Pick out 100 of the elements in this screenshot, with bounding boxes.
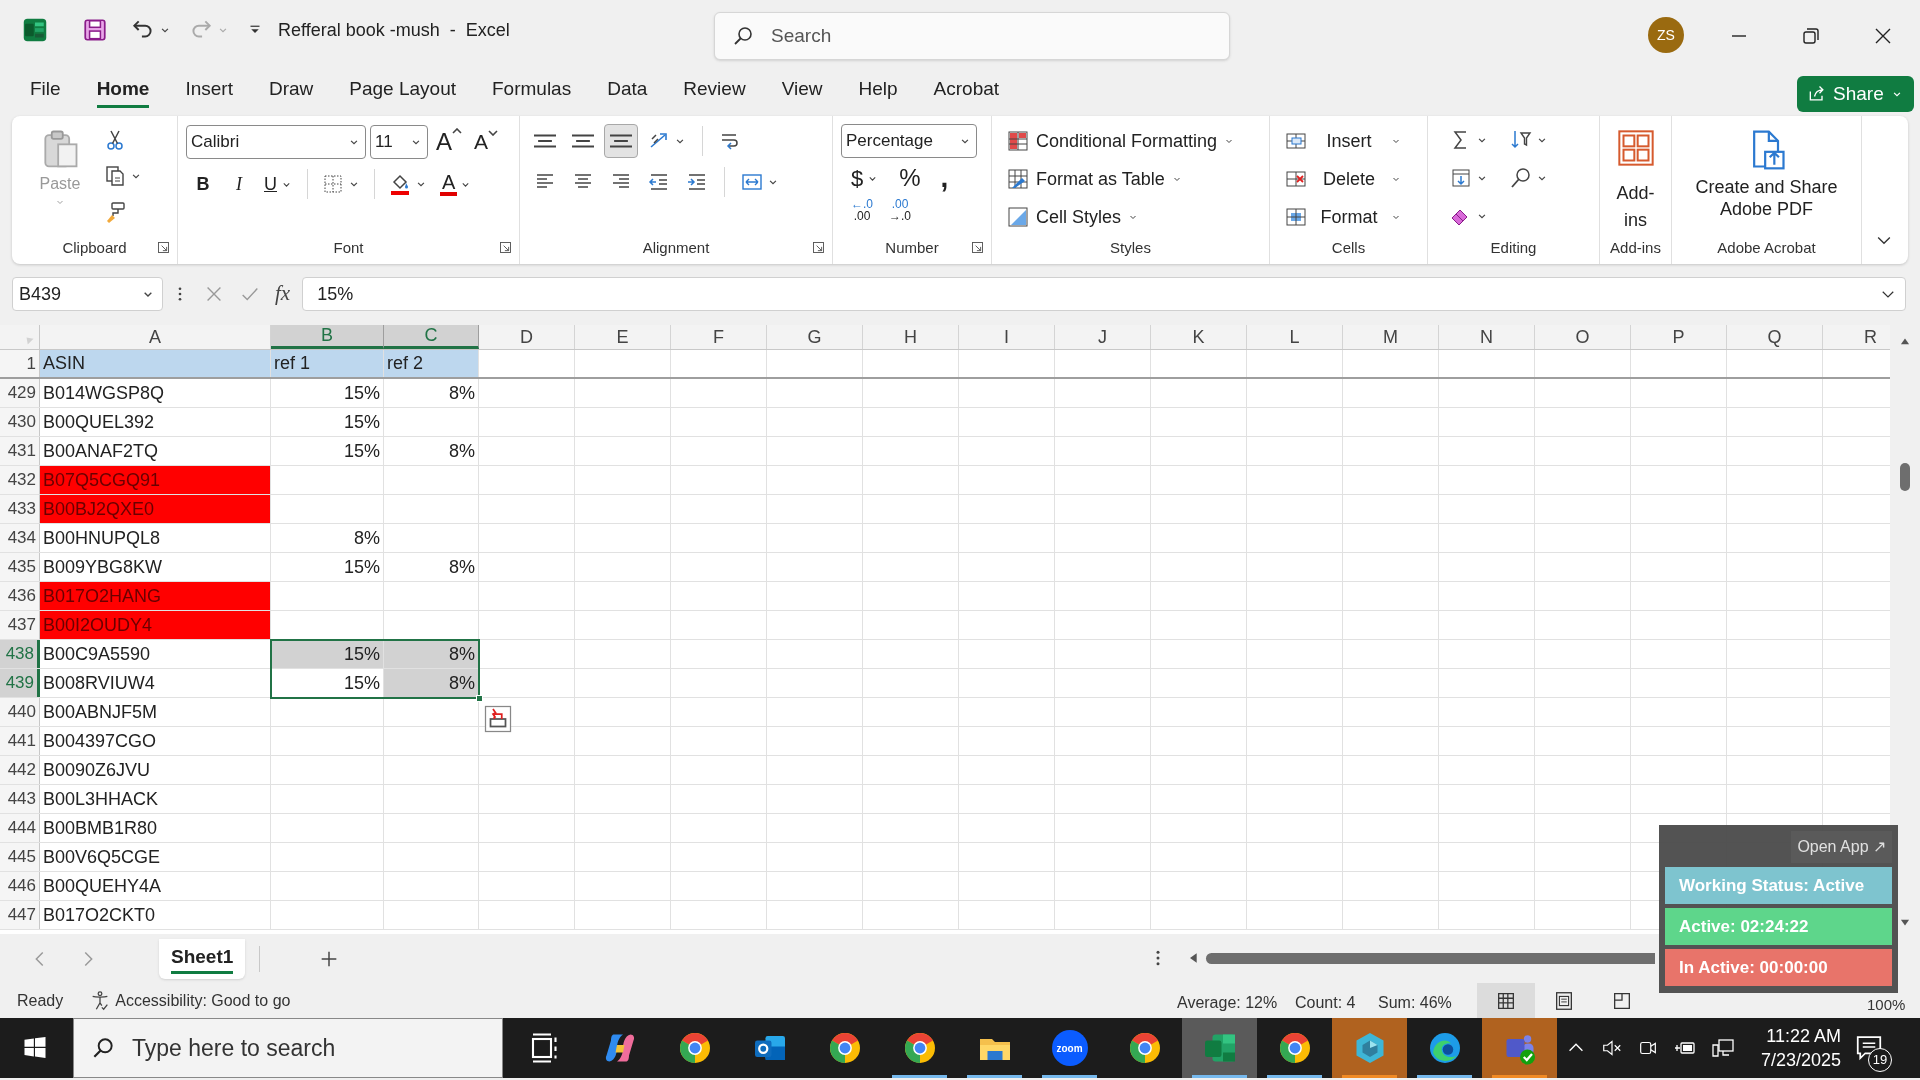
menu-tab[interactable]: Page Layout bbox=[349, 74, 456, 108]
table-cell: B008RVIUW4 bbox=[40, 669, 271, 697]
column-header[interactable]: G bbox=[767, 325, 863, 349]
table-cell: ASIN bbox=[40, 350, 271, 377]
column-header[interactable]: P bbox=[1631, 325, 1727, 349]
column-header[interactable]: L bbox=[1247, 325, 1343, 349]
font-size-dropdown[interactable]: 11 bbox=[370, 125, 428, 159]
name-box[interactable]: B439 bbox=[12, 277, 163, 311]
table-cell: B00HNUPQL8 bbox=[40, 524, 271, 552]
table-cell: B0090Z6JVU bbox=[40, 756, 271, 784]
menu-tab[interactable]: Home bbox=[96, 74, 150, 108]
row-header[interactable]: 437 bbox=[0, 611, 40, 639]
insert-function-button[interactable]: fx bbox=[275, 278, 291, 310]
row-header[interactable]: 443 bbox=[0, 785, 40, 813]
clock-date[interactable]: 7/23/2025 bbox=[1761, 1048, 1842, 1072]
table-cell: B014WGSP8Q bbox=[40, 379, 271, 407]
decrease-decimal-button[interactable]: .00 →.0 bbox=[885, 198, 916, 222]
row-header[interactable]: 435 bbox=[0, 553, 40, 581]
column-header[interactable]: M bbox=[1343, 325, 1439, 349]
row-header[interactable]: 441 bbox=[0, 727, 40, 755]
row-header[interactable]: 1 bbox=[0, 350, 40, 377]
font-color-button[interactable]: A bbox=[435, 168, 478, 200]
italic-button[interactable]: I bbox=[222, 168, 256, 200]
sheet-tab[interactable]: Sheet1 bbox=[159, 938, 246, 979]
create-pdf-button[interactable]: Create and Share Adobe PDF bbox=[1680, 124, 1853, 234]
group-label: Styles bbox=[1110, 237, 1151, 258]
decrease-font-size-button[interactable]: A bbox=[470, 126, 503, 158]
cells-menu-button[interactable]: Format bbox=[1284, 200, 1402, 234]
menu-tab[interactable]: Acrobat bbox=[933, 74, 1000, 108]
currency-button[interactable]: $ bbox=[845, 162, 886, 194]
column-header[interactable]: O bbox=[1535, 325, 1631, 349]
row-header[interactable]: 433 bbox=[0, 495, 40, 523]
column-header[interactable]: J bbox=[1055, 325, 1151, 349]
search-field[interactable]: Search bbox=[714, 12, 1230, 60]
row-header[interactable]: 438 bbox=[0, 640, 40, 668]
group-label: Font bbox=[333, 237, 364, 258]
status-row: Active: 02:24:22 bbox=[1665, 908, 1892, 945]
accessibility-status[interactable]: Accessibility: Good to go bbox=[115, 988, 291, 1013]
menu-tab[interactable]: Formulas bbox=[492, 74, 572, 108]
column-header[interactable]: H bbox=[863, 325, 959, 349]
column-header[interactable]: E bbox=[575, 325, 671, 349]
taskbar-app-button[interactable]: zoom bbox=[1032, 1018, 1107, 1078]
open-app-button[interactable]: Open App ↗ bbox=[1791, 831, 1892, 863]
row-header[interactable]: 429 bbox=[0, 379, 40, 407]
increase-font-size-button[interactable]: A bbox=[432, 124, 466, 160]
row-header[interactable]: 432 bbox=[0, 466, 40, 494]
row-header[interactable]: 447 bbox=[0, 901, 40, 929]
row-header[interactable]: 444 bbox=[0, 814, 40, 842]
row-header[interactable]: 436 bbox=[0, 582, 40, 610]
add-ins-button[interactable]: Add-ins bbox=[1608, 124, 1663, 234]
table-cell: B017O2CKT0 bbox=[40, 901, 271, 929]
table-cell: 15% bbox=[271, 437, 384, 465]
row-header[interactable]: 434 bbox=[0, 524, 40, 552]
cells-menu-button[interactable]: Insert bbox=[1284, 124, 1402, 158]
menu-tab[interactable]: File bbox=[30, 74, 61, 108]
row-header[interactable]: 442 bbox=[0, 756, 40, 784]
number-format-dropdown[interactable]: Percentage bbox=[841, 124, 977, 158]
table-cell: B00QUEHY4A bbox=[40, 872, 271, 900]
table-cell: B00I2OUDY4 bbox=[40, 611, 271, 639]
menu-tab[interactable]: Insert bbox=[185, 74, 233, 108]
table-cell: ref 1 bbox=[271, 350, 384, 377]
table-cell: 8% bbox=[384, 437, 479, 465]
user-avatar[interactable]: ZS bbox=[1648, 17, 1684, 53]
row-header[interactable]: 431 bbox=[0, 437, 40, 465]
formula-input[interactable]: 15% bbox=[302, 277, 1906, 311]
percent-button[interactable]: % bbox=[893, 162, 927, 194]
column-header[interactable]: N bbox=[1439, 325, 1535, 349]
bold-button[interactable]: B bbox=[186, 168, 220, 200]
column-header[interactable]: C bbox=[384, 325, 479, 349]
menu-tab[interactable]: View bbox=[781, 74, 823, 108]
table-cell: B00V6Q5CGE bbox=[40, 843, 271, 871]
menu-tab[interactable]: Help bbox=[858, 74, 898, 108]
column-header[interactable]: I bbox=[959, 325, 1055, 349]
column-header[interactable]: K bbox=[1151, 325, 1247, 349]
status-average: Average: 12% bbox=[1177, 993, 1278, 1013]
table-cell: 15% bbox=[271, 408, 384, 436]
row-header[interactable]: 430 bbox=[0, 408, 40, 436]
increase-decimal-button[interactable]: ←.0 .00 bbox=[847, 198, 877, 222]
font-name-dropdown[interactable]: Calibri bbox=[186, 125, 366, 159]
row-header[interactable]: 446 bbox=[0, 872, 40, 900]
styles-menu-button[interactable]: Format as Table bbox=[1006, 162, 1236, 196]
underline-button[interactable]: U bbox=[258, 168, 299, 200]
column-header[interactable]: B bbox=[271, 325, 384, 349]
column-header[interactable]: D bbox=[479, 325, 575, 349]
styles-menu-button[interactable]: Conditional Formatting bbox=[1006, 124, 1236, 158]
share-button[interactable]: Share bbox=[1797, 76, 1914, 112]
menu-tab[interactable]: Review bbox=[683, 74, 746, 108]
comma-style-button[interactable]: , bbox=[934, 162, 955, 194]
cells-menu-button[interactable]: Delete bbox=[1284, 162, 1402, 196]
row-header[interactable]: 439 bbox=[0, 669, 40, 697]
clock-time[interactable]: 11:22 AM bbox=[1766, 1024, 1842, 1048]
zoom-level[interactable]: 100% bbox=[1867, 996, 1906, 1014]
row-header[interactable]: 440 bbox=[0, 698, 40, 726]
menu-tab[interactable]: Draw bbox=[268, 74, 314, 108]
row-header[interactable]: 445 bbox=[0, 843, 40, 871]
menu-tab[interactable]: Data bbox=[607, 74, 648, 108]
styles-menu-button[interactable]: Cell Styles bbox=[1006, 200, 1236, 234]
column-header[interactable]: F bbox=[671, 325, 767, 349]
column-header[interactable]: Q bbox=[1727, 325, 1823, 349]
taskbar-search-field[interactable]: Type here to search bbox=[73, 1018, 503, 1078]
